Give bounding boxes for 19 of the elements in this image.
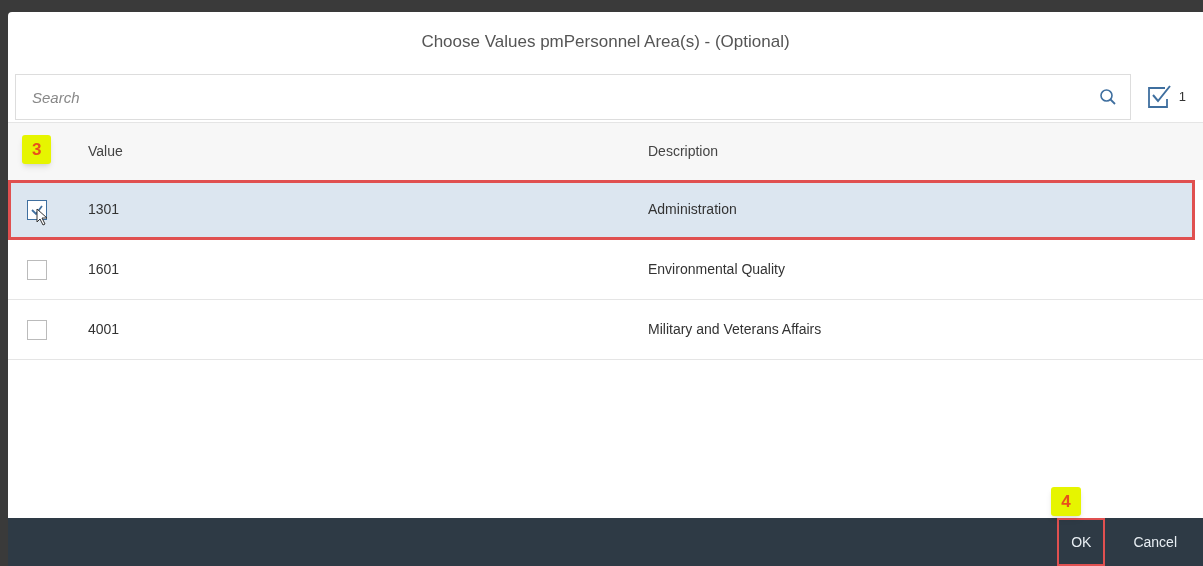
checkbox[interactable] xyxy=(27,319,47,340)
table-cell-text: 1301 xyxy=(88,200,121,219)
search-icon[interactable] xyxy=(1098,88,1117,106)
table-cell-text: 1601 xyxy=(88,260,121,279)
column-header: Description xyxy=(648,142,719,161)
search-field[interactable]: Search xyxy=(15,74,1131,120)
table-cell-text: Administration xyxy=(648,200,737,219)
select-all-button[interactable]: 1 xyxy=(1146,85,1196,109)
checkbox-check-icon xyxy=(1146,85,1173,109)
column-header: Value xyxy=(88,142,124,161)
table-cell-text: 4001 xyxy=(88,320,121,339)
step-badge: 4 xyxy=(1051,487,1081,516)
step-badge: 3 xyxy=(22,135,52,164)
ok-button[interactable]: OK xyxy=(1059,520,1104,564)
dialog-title: Choose Values pmPersonnel Area(s) - (Optional) xyxy=(421,31,790,54)
checkbox[interactable] xyxy=(27,259,47,280)
table-cell-text: Military and Veterans Affairs xyxy=(648,320,822,339)
cancel-button[interactable]: Cancel xyxy=(1121,520,1189,564)
table-cell-text: Environmental Quality xyxy=(648,260,785,279)
